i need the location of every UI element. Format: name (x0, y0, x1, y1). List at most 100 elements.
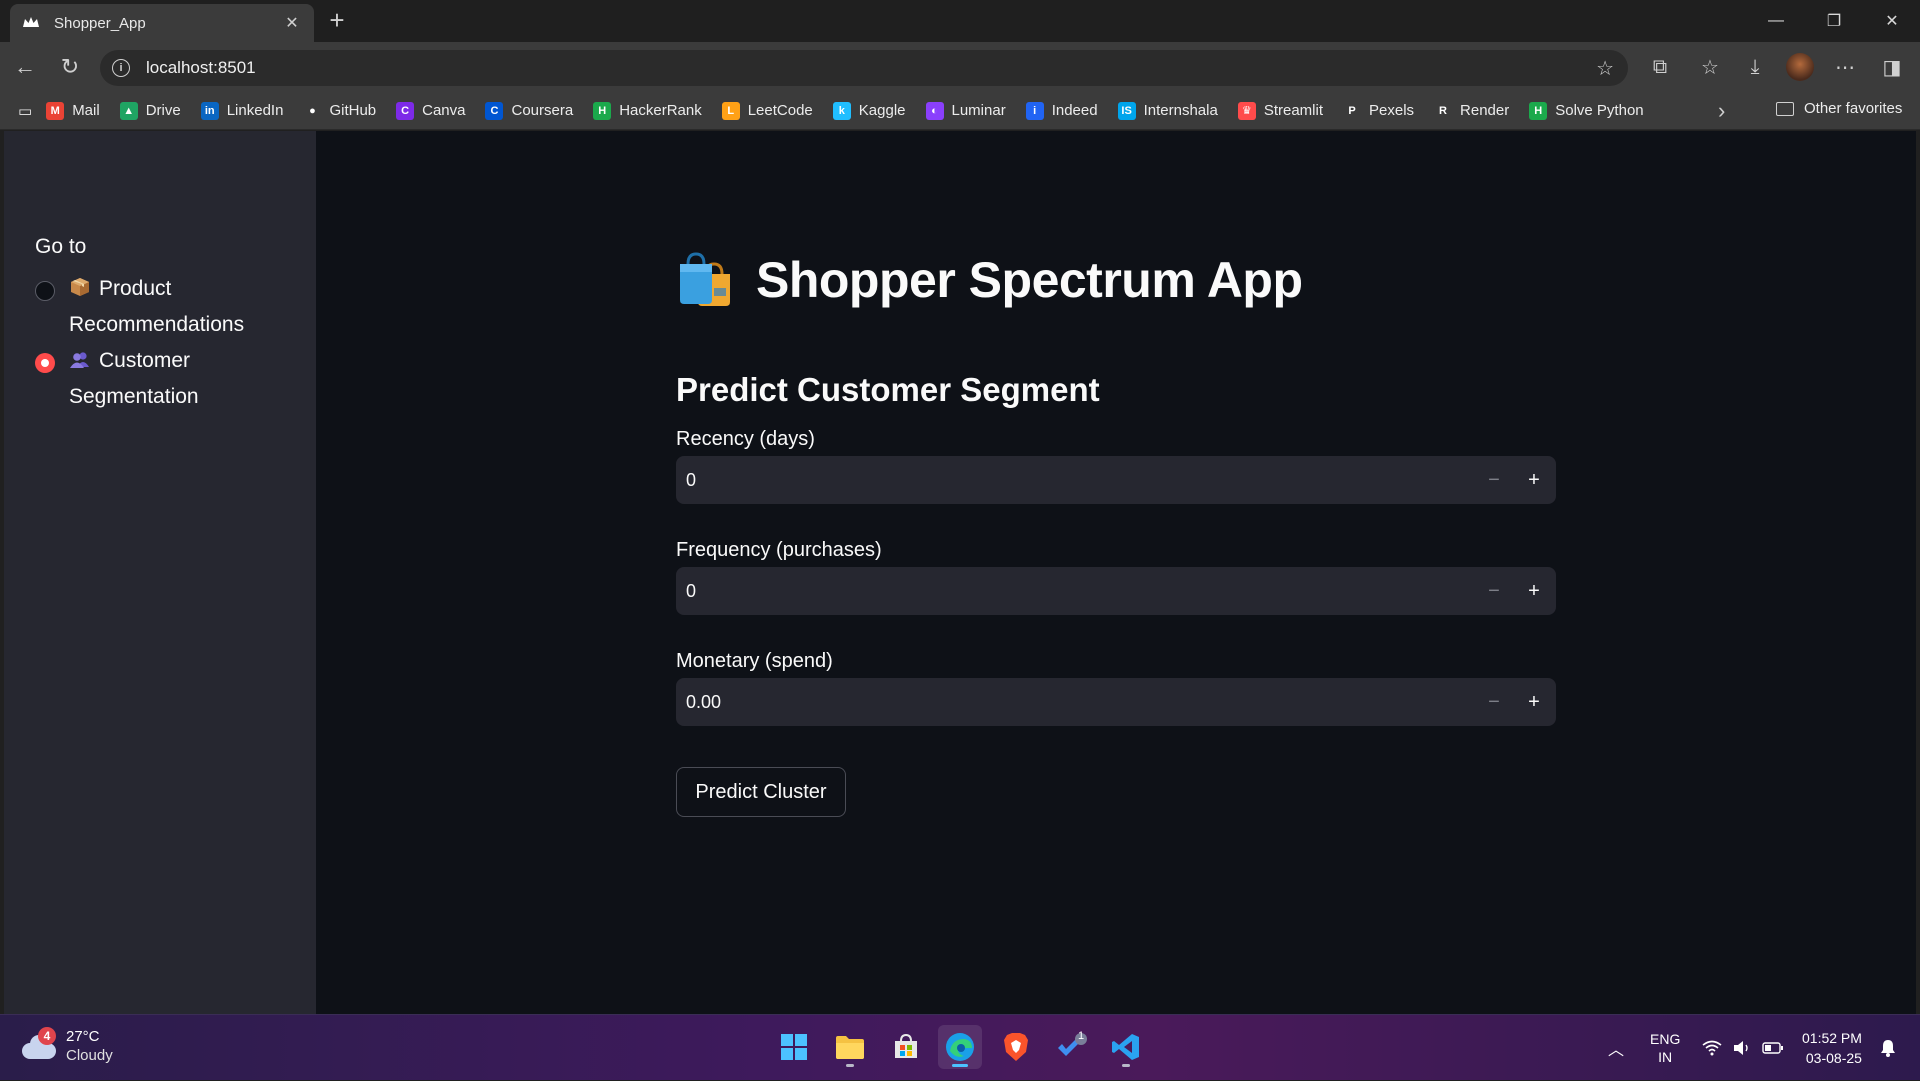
more-menu-icon[interactable]: ⋯ (1829, 51, 1861, 83)
bookmark-mail[interactable]: M Mail (46, 101, 100, 120)
bookmark-linkedin[interactable]: in LinkedIn (200, 101, 283, 120)
bookmark-internshala[interactable]: IS Internshala (1117, 101, 1218, 120)
taskbar-file-explorer[interactable] (828, 1025, 872, 1069)
url-text: localhost:8501 (146, 58, 256, 77)
bookmark-label: Drive (145, 102, 181, 119)
reading-view-icon[interactable]: ▭ (18, 102, 32, 120)
bookmark-solve-python[interactable]: H Solve Python (1529, 101, 1644, 120)
radio-button[interactable] (35, 281, 55, 301)
bookmark-drive[interactable]: ▲ Drive (119, 101, 181, 120)
extensions-icon[interactable]: ⧉ (1644, 51, 1676, 83)
battery-icon[interactable] (1762, 1015, 1784, 1081)
language-indicator[interactable]: ENG IN (1650, 1015, 1680, 1081)
radio-option-customer-segmentation[interactable]: Customer Segmentation (35, 349, 289, 415)
new-tab-button[interactable]: + (322, 6, 352, 36)
browser-tab[interactable]: Shopper_App ✕ (10, 4, 314, 42)
recency-value[interactable]: 0 (676, 470, 1474, 491)
browser-tab-strip: Shopper_App ✕ + — ❐ ✕ (0, 0, 1920, 42)
bookmark-label: Luminar (951, 102, 1006, 119)
recency-increment-button[interactable]: + (1514, 456, 1554, 504)
volume-icon[interactable] (1732, 1015, 1752, 1081)
weather-temp: 27°C (66, 1028, 100, 1045)
profile-avatar[interactable] (1786, 53, 1814, 81)
taskbar-edge[interactable] (938, 1025, 982, 1069)
tray-overflow-icon[interactable]: ︿ (1608, 1015, 1624, 1081)
bookmark-label: HackerRank (619, 102, 702, 119)
close-tab-icon[interactable]: ✕ (282, 13, 302, 33)
bookmark-leetcode[interactable]: L LeetCode (721, 101, 813, 120)
bookmark-hackerrank[interactable]: H HackerRank (593, 101, 702, 120)
download-icon[interactable]: ⤓ (1739, 51, 1771, 83)
clock[interactable]: 01:52 PM 03-08-25 (1802, 1015, 1862, 1081)
app-title-text: Shopper Spectrum App (756, 252, 1303, 308)
streamlit-crown-icon (23, 17, 39, 27)
recency-input[interactable]: 0 − + (676, 456, 1556, 504)
bookmark-label: Streamlit (1263, 102, 1323, 119)
bookmark-pexels[interactable]: P Pexels (1343, 102, 1414, 120)
monetary-input[interactable]: 0.00 − + (676, 678, 1556, 726)
back-icon[interactable]: ← (8, 50, 42, 84)
taskbar-todo[interactable]: 1 (1050, 1025, 1094, 1069)
predict-cluster-button[interactable]: Predict Cluster (676, 767, 846, 817)
bookmark-render[interactable]: R Render (1434, 102, 1509, 120)
favorite-star-icon[interactable]: ☆ (1596, 56, 1614, 81)
bookmark-indeed[interactable]: i Indeed (1025, 101, 1098, 120)
taskbar-vscode[interactable] (1104, 1025, 1148, 1069)
section-subheader: Predict Customer Segment (676, 371, 1100, 408)
github-icon: ● (309, 104, 316, 117)
frequency-input[interactable]: 0 − + (676, 567, 1556, 615)
recency-decrement-button[interactable]: − (1474, 456, 1514, 504)
clock-date: 03-08-25 (1805, 1050, 1862, 1066)
notification-icon[interactable] (1878, 1015, 1898, 1081)
other-favorites[interactable]: Other favorites (1776, 100, 1902, 117)
bookmark-luminar[interactable]: ◐ Luminar (925, 101, 1006, 120)
lang-bottom: IN (1658, 1049, 1673, 1065)
start-button[interactable] (772, 1025, 816, 1069)
monetary-increment-button[interactable]: + (1514, 678, 1554, 726)
close-window-icon[interactable]: ✕ (1864, 0, 1920, 42)
bookmark-github[interactable]: ● GitHub (303, 102, 376, 120)
bookmark-label: Solve Python (1555, 102, 1644, 119)
radio-button-selected[interactable] (35, 353, 55, 373)
taskbar-brave[interactable] (994, 1025, 1038, 1069)
cloud-icon: 4 (22, 1027, 56, 1059)
vscode-icon (1112, 1034, 1139, 1060)
streamlit-icon: ♛ (1237, 101, 1256, 120)
favorites-icon[interactable]: ☆ (1694, 51, 1726, 83)
weather-desc: Cloudy (66, 1047, 113, 1064)
frequency-value[interactable]: 0 (676, 581, 1474, 602)
page-title: Shopper Spectrum App (676, 251, 1303, 309)
wifi-icon[interactable] (1702, 1015, 1722, 1081)
minimize-icon[interactable]: — (1748, 0, 1804, 42)
bookmark-streamlit[interactable]: ♛ Streamlit (1237, 101, 1323, 120)
bookmarks-overflow-icon[interactable]: › (1718, 98, 1725, 124)
radio-option-product-recommendations[interactable]: Product Recommendations (35, 277, 289, 343)
lang-top: ENG (1650, 1031, 1681, 1047)
people-icon (70, 352, 89, 368)
monetary-decrement-button[interactable]: − (1474, 678, 1514, 726)
address-bar[interactable]: i localhost:8501 ☆ (100, 50, 1628, 86)
render-icon: R (1439, 104, 1447, 117)
frequency-increment-button[interactable]: + (1514, 567, 1554, 615)
bookmark-label: Coursera (511, 102, 574, 119)
bookmarks-bar: ▭ M Mail ▲ Drive in LinkedIn ● GitHub C Canva C Cou… (0, 92, 1920, 130)
frequency-decrement-button[interactable]: − (1474, 567, 1514, 615)
canva-icon: C (396, 101, 415, 120)
weather-widget[interactable]: 4 27°C Cloudy (22, 1027, 113, 1065)
store-icon (895, 1033, 917, 1058)
taskbar-microsoft-store[interactable] (884, 1025, 928, 1069)
folder-icon (1776, 101, 1794, 116)
restore-icon[interactable]: ❐ (1806, 0, 1862, 42)
site-info-icon[interactable]: i (112, 59, 130, 77)
linkedin-icon: in (200, 101, 219, 120)
refresh-icon[interactable]: ↻ (53, 50, 87, 84)
bookmark-canva[interactable]: C Canva (396, 101, 465, 120)
hackerrank-icon: H (593, 101, 612, 120)
bookmark-kaggle[interactable]: k Kaggle (832, 101, 906, 120)
kaggle-icon: k (832, 101, 851, 120)
sidebar-toggle-icon[interactable]: ◨ (1876, 51, 1908, 83)
bookmark-coursera[interactable]: C Coursera (485, 101, 574, 120)
clock-time: 01:52 PM (1802, 1030, 1862, 1046)
monetary-value[interactable]: 0.00 (676, 692, 1474, 713)
shopping-bags-icon (680, 252, 730, 306)
